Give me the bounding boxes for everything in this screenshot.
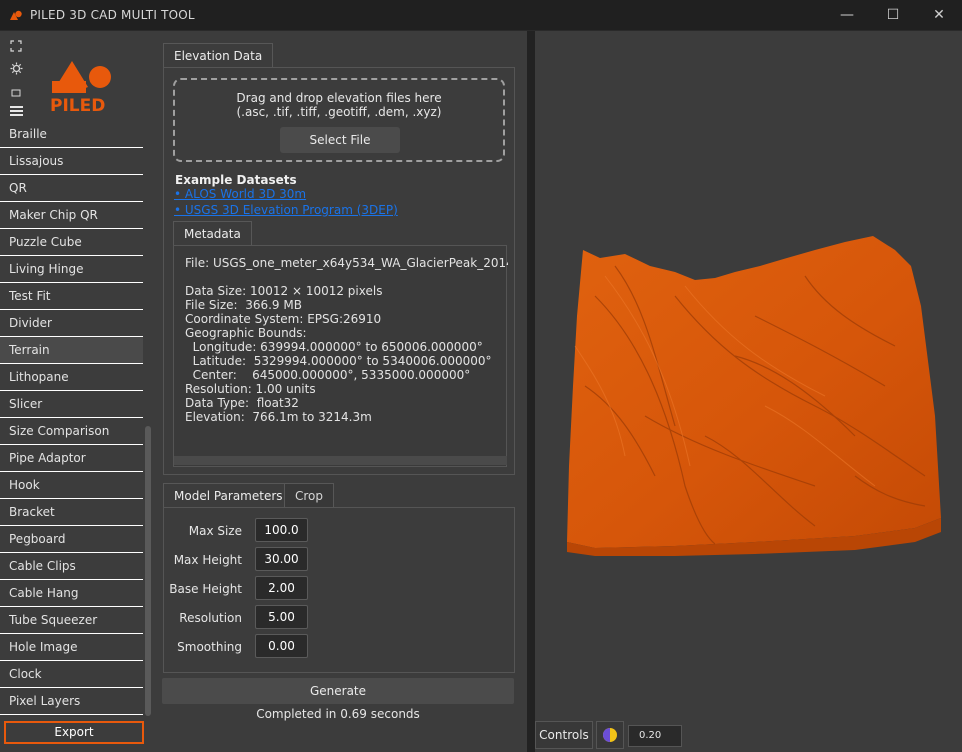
tab-elevation-data[interactable]: Elevation Data [163,43,274,68]
piled-logo: PILED [50,61,111,113]
resolution-label: Resolution [179,611,242,625]
sidebar-item-hook[interactable]: Hook [0,472,143,499]
sidebar-item-hole-image[interactable]: Hole Image [0,634,143,661]
title-bar: PILED 3D CAD MULTI TOOL — ☐ ✕ [0,0,962,31]
fullscreen-icon[interactable] [9,40,23,54]
settings-panel: Elevation Data Drag and drop elevation f… [153,31,527,752]
param-max-size: Max Size 100.0 [164,518,514,544]
panel-splitter[interactable] [527,31,535,752]
maximize-button[interactable]: ☐ [870,0,916,30]
sidebar-item-divider[interactable]: Divider [0,310,143,337]
elevation-group: Drag and drop elevation files here (.asc… [163,67,515,475]
terrain-model [567,236,941,556]
dropzone-formats: (.asc, .tif, .tiff, .geotiff, .dem, .xyz… [236,105,442,119]
max-height-label: Max Height [173,553,242,567]
sidebar-item-pipe-adaptor[interactable]: Pipe Adaptor [0,445,143,472]
sidebar-item-terrain[interactable]: Terrain [0,337,143,364]
param-max-height: Max Height 30.00 [164,547,514,573]
sidebar-item-cable-clips[interactable]: Cable Clips [0,553,143,580]
controls-button[interactable]: Controls [535,721,593,749]
sidebar-item-lissajous[interactable]: Lissajous [0,148,143,175]
sidebar-item-tube-squeezer[interactable]: Tube Squeezer [0,607,143,634]
param-resolution: Resolution 5.00 [164,605,514,631]
menu-icon[interactable] [9,105,23,119]
smoothing-input[interactable]: 0.00 [255,634,308,658]
sidebar-item-size-comparison[interactable]: Size Comparison [0,418,143,445]
sidebar-item-qr[interactable]: QR [0,175,143,202]
sidebar-item-pixel-layers[interactable]: Pixel Layers [0,688,143,715]
sidebar-item-lithopane[interactable]: Lithopane [0,364,143,391]
tab-model-parameters[interactable]: Model Parameters [163,483,294,508]
generate-button[interactable]: Generate [162,678,514,704]
sidebar-item-bracket[interactable]: Bracket [0,499,143,526]
link-alos-world-3d[interactable]: • ALOS World 3D 30m [174,187,306,201]
param-base-height: Base Height 2.00 [164,576,514,602]
metadata-box: File: USGS_one_meter_x64y534_WA_GlacierP… [173,245,508,467]
tab-metadata[interactable]: Metadata [173,221,252,246]
tab-crop[interactable]: Crop [284,483,335,508]
sidebar-item-braille[interactable]: Braille [0,121,143,148]
app-logo-icon [10,10,22,20]
export-button[interactable]: Export [4,721,144,744]
sidebar: PILED Braille Lissajous QR Maker Chip QR Puz… [0,31,153,752]
param-smoothing: Smoothing 0.00 [164,634,514,660]
sidebar-scrollbar-thumb[interactable] [145,426,151,716]
base-height-label: Base Height [169,582,242,596]
metadata-text: File: USGS_one_meter_x64y534_WA_GlacierP… [185,256,508,424]
max-size-input[interactable]: 100.0 [255,518,308,542]
sidebar-item-test-fit[interactable]: Test Fit [0,283,143,310]
minimize-button[interactable]: — [824,0,870,30]
sidebar-item-cable-hang[interactable]: Cable Hang [0,580,143,607]
sidebar-item-living-hinge[interactable]: Living Hinge [0,256,143,283]
dropzone-instruction: Drag and drop elevation files here [236,91,442,105]
max-size-label: Max Size [188,524,242,538]
window-title: PILED 3D CAD MULTI TOOL [30,8,195,22]
file-dropzone[interactable]: Drag and drop elevation files here (.asc… [173,78,505,162]
max-height-input[interactable]: 30.00 [255,547,308,571]
smoothing-label: Smoothing [177,640,242,654]
logo-text: PILED [50,96,105,113]
resolution-input[interactable]: 5.00 [255,605,308,629]
contrast-icon [603,728,617,742]
close-button[interactable]: ✕ [916,0,962,30]
zoom-value-field[interactable]: 0.20 [628,725,682,747]
model-parameters-group: Max Size 100.0 Max Height 30.00 Base Hei… [163,507,515,673]
3d-viewport[interactable]: Controls 0.20 [535,31,962,752]
metadata-scrollbar[interactable] [174,456,507,465]
tool-list: Braille Lissajous QR Maker Chip QR Puzzle Cu… [0,121,143,715]
settings-icon[interactable] [9,62,23,76]
select-file-button[interactable]: Select File [280,127,400,153]
sidebar-item-clock[interactable]: Clock [0,661,143,688]
status-text: Completed in 0.69 seconds [256,707,420,721]
sidebar-item-pegboard[interactable]: Pegboard [0,526,143,553]
sidebar-item-maker-chip-qr[interactable]: Maker Chip QR [0,202,143,229]
examples-title: Example Datasets [175,173,297,187]
link-usgs-3dep[interactable]: • USGS 3D Elevation Program (3DEP) [174,203,398,217]
sidebar-item-slicer[interactable]: Slicer [0,391,143,418]
base-height-input[interactable]: 2.00 [255,576,308,600]
contrast-toggle-button[interactable] [596,721,624,749]
window-icon[interactable] [9,86,23,100]
sidebar-item-puzzle-cube[interactable]: Puzzle Cube [0,229,143,256]
